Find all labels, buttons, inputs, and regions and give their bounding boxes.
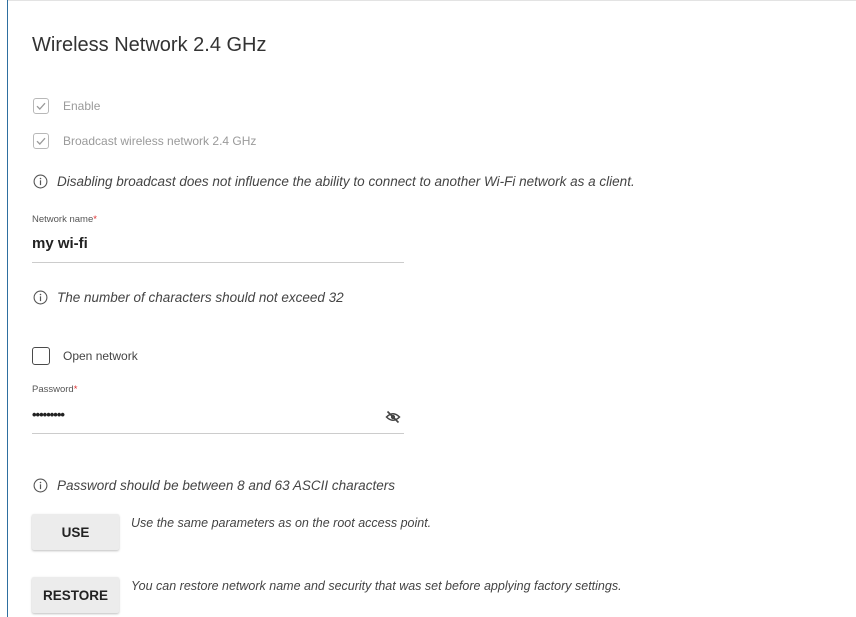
open-network-label: Open network (63, 349, 138, 363)
password-input[interactable]: ••••••••• (32, 398, 404, 432)
broadcast-label: Broadcast wireless network 2.4 GHz (63, 134, 257, 148)
password-hint: Password should be between 8 and 63 ASCI… (57, 478, 395, 493)
restore-button[interactable]: RESTORE (32, 577, 119, 613)
password-underline (32, 433, 404, 434)
broadcast-note: Disabling broadcast does not influence t… (57, 174, 635, 189)
password-label-text: Password (32, 384, 74, 395)
broadcast-checkbox[interactable] (33, 133, 49, 149)
enable-checkbox[interactable] (33, 98, 49, 114)
eye-slash-icon[interactable] (384, 409, 402, 425)
check-icon (36, 137, 46, 145)
open-network-checkbox[interactable] (32, 347, 50, 365)
use-description: Use the same parameters as on the root a… (131, 516, 432, 530)
required-mark: * (73, 384, 78, 395)
use-button[interactable]: USE (32, 514, 119, 550)
required-mark: * (93, 214, 97, 225)
section-title: Wireless Network 2.4 GHz (32, 34, 267, 56)
network-name-input[interactable]: my wi-fi (32, 228, 404, 262)
info-icon (33, 290, 48, 305)
restore-description: You can restore network name and securit… (131, 579, 622, 593)
password-label: Password* (32, 384, 77, 395)
check-icon (36, 102, 46, 110)
password-value: ••••••••• (32, 407, 65, 422)
panel-left-border (7, 0, 8, 617)
network-name-hint: The number of characters should not exce… (57, 290, 344, 305)
info-icon (33, 478, 48, 493)
network-name-underline (32, 262, 404, 263)
info-icon (33, 174, 48, 189)
network-name-label-text: Network name (32, 214, 94, 225)
panel-top-border (8, 0, 856, 1)
network-name-value: my wi-fi (32, 235, 88, 252)
enable-label: Enable (63, 99, 101, 113)
network-name-label: Network name* (32, 214, 97, 225)
